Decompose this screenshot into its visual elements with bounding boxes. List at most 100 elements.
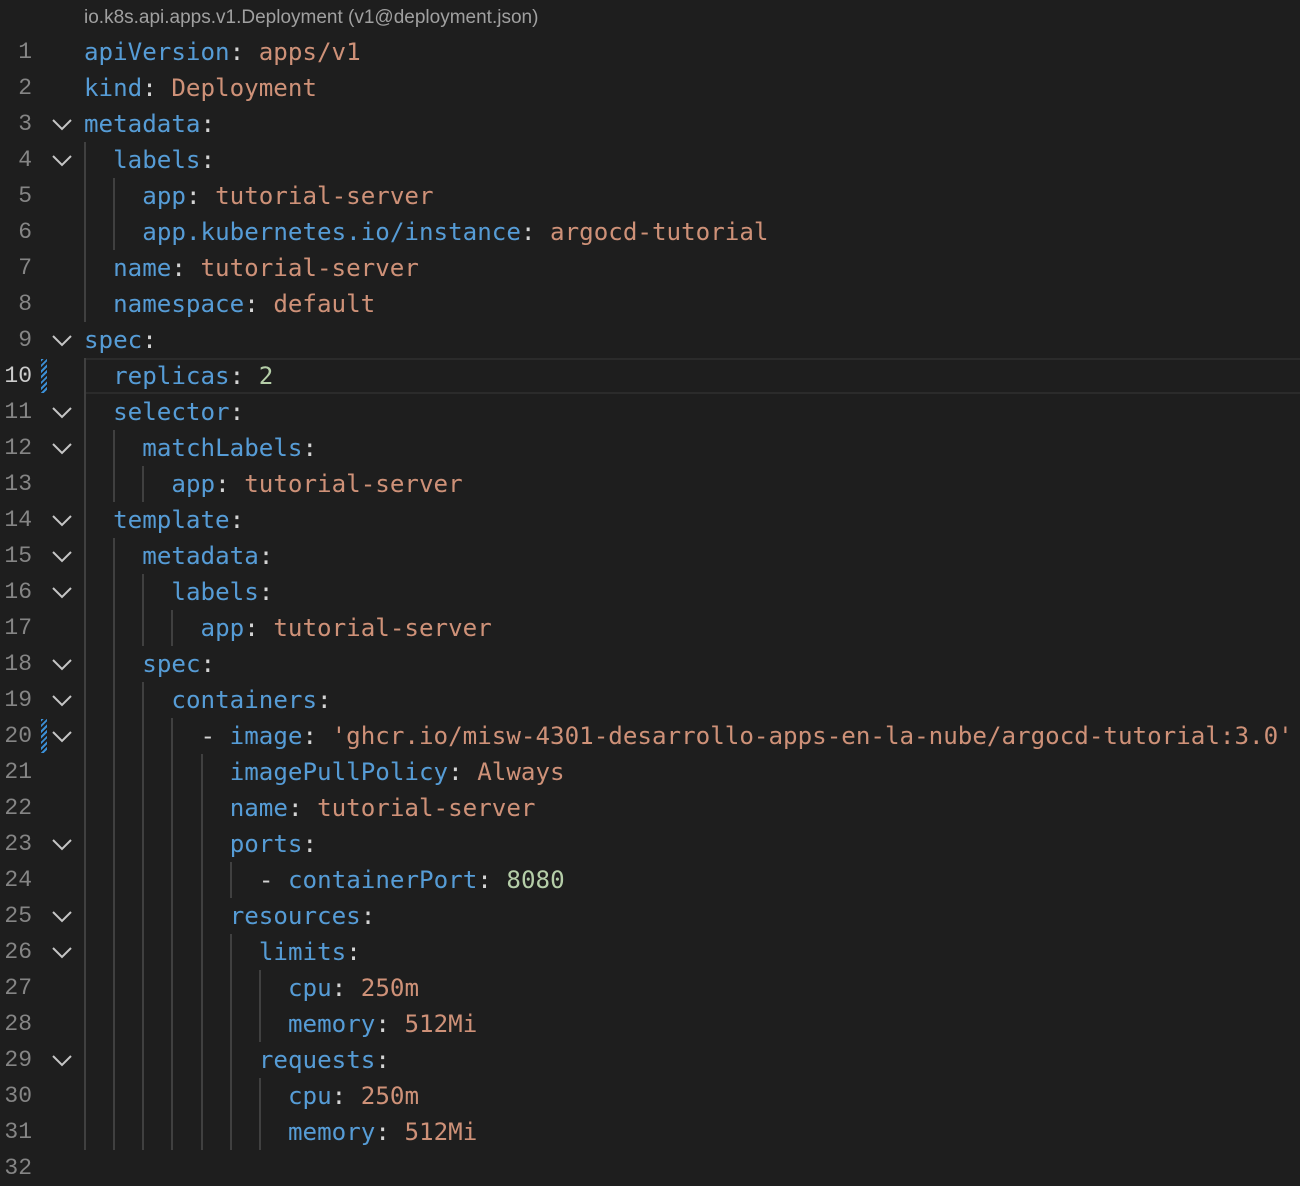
code-line[interactable]: 13 app: tutorial-server (0, 466, 1300, 502)
code-line[interactable]: 1 apiVersion: apps/v1 (0, 34, 1300, 70)
code-line[interactable]: 27 cpu: 250m (0, 970, 1300, 1006)
code-line[interactable]: 12 matchLabels: (0, 430, 1300, 466)
yaml-key: name (229, 794, 288, 822)
code-text[interactable]: app.kubernetes.io/instance: argocd-tutor… (142, 214, 768, 250)
code-line[interactable]: 32 (0, 1150, 1300, 1186)
indent-guide (200, 1006, 203, 1042)
code-line[interactable]: 23 ports: (0, 826, 1300, 862)
code-line[interactable]: 6 app.kubernetes.io/instance: argocd-tuto… (0, 214, 1300, 250)
code-text[interactable]: labels: (113, 142, 215, 178)
code-text[interactable]: app: tutorial-server (201, 610, 492, 646)
code-line[interactable]: 19 containers: (0, 682, 1300, 718)
code-text[interactable]: spec: (142, 646, 215, 682)
chevron-down-icon[interactable] (50, 904, 74, 928)
chevron-down-icon[interactable] (50, 112, 74, 136)
code-text[interactable]: memory: 512Mi (288, 1114, 477, 1150)
code-text[interactable]: matchLabels: (142, 430, 317, 466)
code-line[interactable]: 5 app: tutorial-server (0, 178, 1300, 214)
chevron-down-icon[interactable] (50, 688, 74, 712)
code-text[interactable]: resources: (230, 898, 376, 934)
code-text[interactable]: template: (113, 502, 244, 538)
code-text[interactable]: app: tutorial-server (171, 466, 462, 502)
modified-line-marker[interactable] (41, 719, 47, 753)
yaml-key: labels (171, 578, 259, 606)
indent-guide (84, 214, 86, 250)
indent-guide (113, 970, 116, 1006)
indent-guide (113, 538, 116, 574)
code-text[interactable]: containers: (171, 682, 331, 718)
chevron-down-icon[interactable] (50, 652, 74, 676)
code-line[interactable]: 17 app: tutorial-server (0, 610, 1300, 646)
indent-guide (84, 358, 86, 394)
code-text[interactable]: apiVersion: apps/v1 (84, 34, 361, 70)
code-line[interactable]: 25 resources: (0, 898, 1300, 934)
chevron-down-icon[interactable] (50, 328, 74, 352)
line-number: 7 (18, 255, 32, 281)
chevron-down-icon[interactable] (50, 508, 74, 532)
code-text[interactable]: metadata: (84, 106, 215, 142)
code-line[interactable]: 18 spec: (0, 646, 1300, 682)
code-text[interactable]: cpu: 250m (288, 1078, 419, 1114)
code-text[interactable]: limits: (259, 934, 361, 970)
code-line[interactable]: 21 imagePullPolicy: Always (0, 754, 1300, 790)
code-line[interactable]: 3 metadata: (0, 106, 1300, 142)
yaml-key: containers (171, 686, 318, 714)
code-line[interactable]: 11 selector: (0, 394, 1300, 430)
code-line[interactable]: 7 name: tutorial-server (0, 250, 1300, 286)
yaml-punctuation: : (331, 974, 361, 1002)
code-line[interactable]: 2 kind: Deployment (0, 70, 1300, 106)
code-line[interactable]: 28 memory: 512Mi (0, 1006, 1300, 1042)
code-text[interactable]: name: tutorial-server (113, 250, 419, 286)
code-editor[interactable]: io.k8s.api.apps.v1.Deployment (v1@deploy… (0, 0, 1300, 1186)
code-text[interactable]: labels: (171, 574, 273, 610)
code-line[interactable]: 29 requests: (0, 1042, 1300, 1078)
indent-guide (142, 790, 145, 826)
code-line[interactable]: 30 cpu: 250m (0, 1078, 1300, 1114)
code-line[interactable]: 15 metadata: (0, 538, 1300, 574)
code-text[interactable]: metadata: (142, 538, 273, 574)
yaml-key: cpu (287, 1082, 332, 1110)
code-text[interactable]: namespace: default (113, 286, 375, 322)
code-line[interactable]: 4 labels: (0, 142, 1300, 178)
code-text[interactable]: - containerPort: 8080 (259, 862, 565, 898)
chevron-down-icon[interactable] (50, 832, 74, 856)
line-number: 31 (4, 1119, 32, 1145)
yaml-punctuation: : (302, 830, 318, 858)
code-text[interactable]: replicas: 2 (113, 358, 273, 394)
code-text[interactable]: spec: (84, 322, 157, 358)
chevron-down-icon[interactable] (50, 940, 74, 964)
yaml-key: apiVersion (84, 38, 230, 66)
code-text[interactable]: name: tutorial-server (230, 790, 536, 826)
code-line[interactable]: 24 - containerPort: 8080 (0, 862, 1300, 898)
code-text[interactable]: memory: 512Mi (288, 1006, 477, 1042)
schema-codelens[interactable]: io.k8s.api.apps.v1.Deployment (v1@deploy… (84, 6, 538, 30)
code-line[interactable]: 9 spec: (0, 322, 1300, 358)
chevron-down-icon[interactable] (50, 400, 74, 424)
code-text[interactable]: app: tutorial-server (142, 178, 433, 214)
code-text[interactable]: cpu: 250m (288, 970, 419, 1006)
chevron-down-icon[interactable] (50, 544, 74, 568)
chevron-down-icon[interactable] (50, 436, 74, 460)
code-text[interactable]: ports: (230, 826, 317, 862)
modified-line-marker[interactable] (41, 359, 47, 393)
code-line[interactable]: 10 replicas: 2 (0, 358, 1300, 394)
code-line[interactable]: 22 name: tutorial-server (0, 790, 1300, 826)
code-line[interactable]: 26 limits: (0, 934, 1300, 970)
code-line[interactable]: 20 - image: 'ghcr.io/misw-4301-desarrollo… (0, 718, 1300, 754)
code-text[interactable]: kind: Deployment (84, 70, 317, 106)
code-text[interactable]: requests: (259, 1042, 390, 1078)
code-line[interactable]: 8 namespace: default (0, 286, 1300, 322)
indent-guide (142, 862, 145, 898)
chevron-down-icon[interactable] (50, 724, 74, 748)
code-line[interactable]: 14 template: (0, 502, 1300, 538)
code-text[interactable]: - image: 'ghcr.io/misw-4301-desarrollo-a… (201, 718, 1293, 754)
chevron-down-icon[interactable] (50, 580, 74, 604)
code-text[interactable]: selector: (113, 394, 244, 430)
line-number: 13 (4, 471, 32, 497)
code-text[interactable]: imagePullPolicy: Always (230, 754, 565, 790)
chevron-down-icon[interactable] (50, 148, 74, 172)
chevron-down-icon[interactable] (50, 1048, 74, 1072)
code-line[interactable]: 16 labels: (0, 574, 1300, 610)
indent-guide (200, 826, 203, 862)
code-line[interactable]: 31 memory: 512Mi (0, 1114, 1300, 1150)
